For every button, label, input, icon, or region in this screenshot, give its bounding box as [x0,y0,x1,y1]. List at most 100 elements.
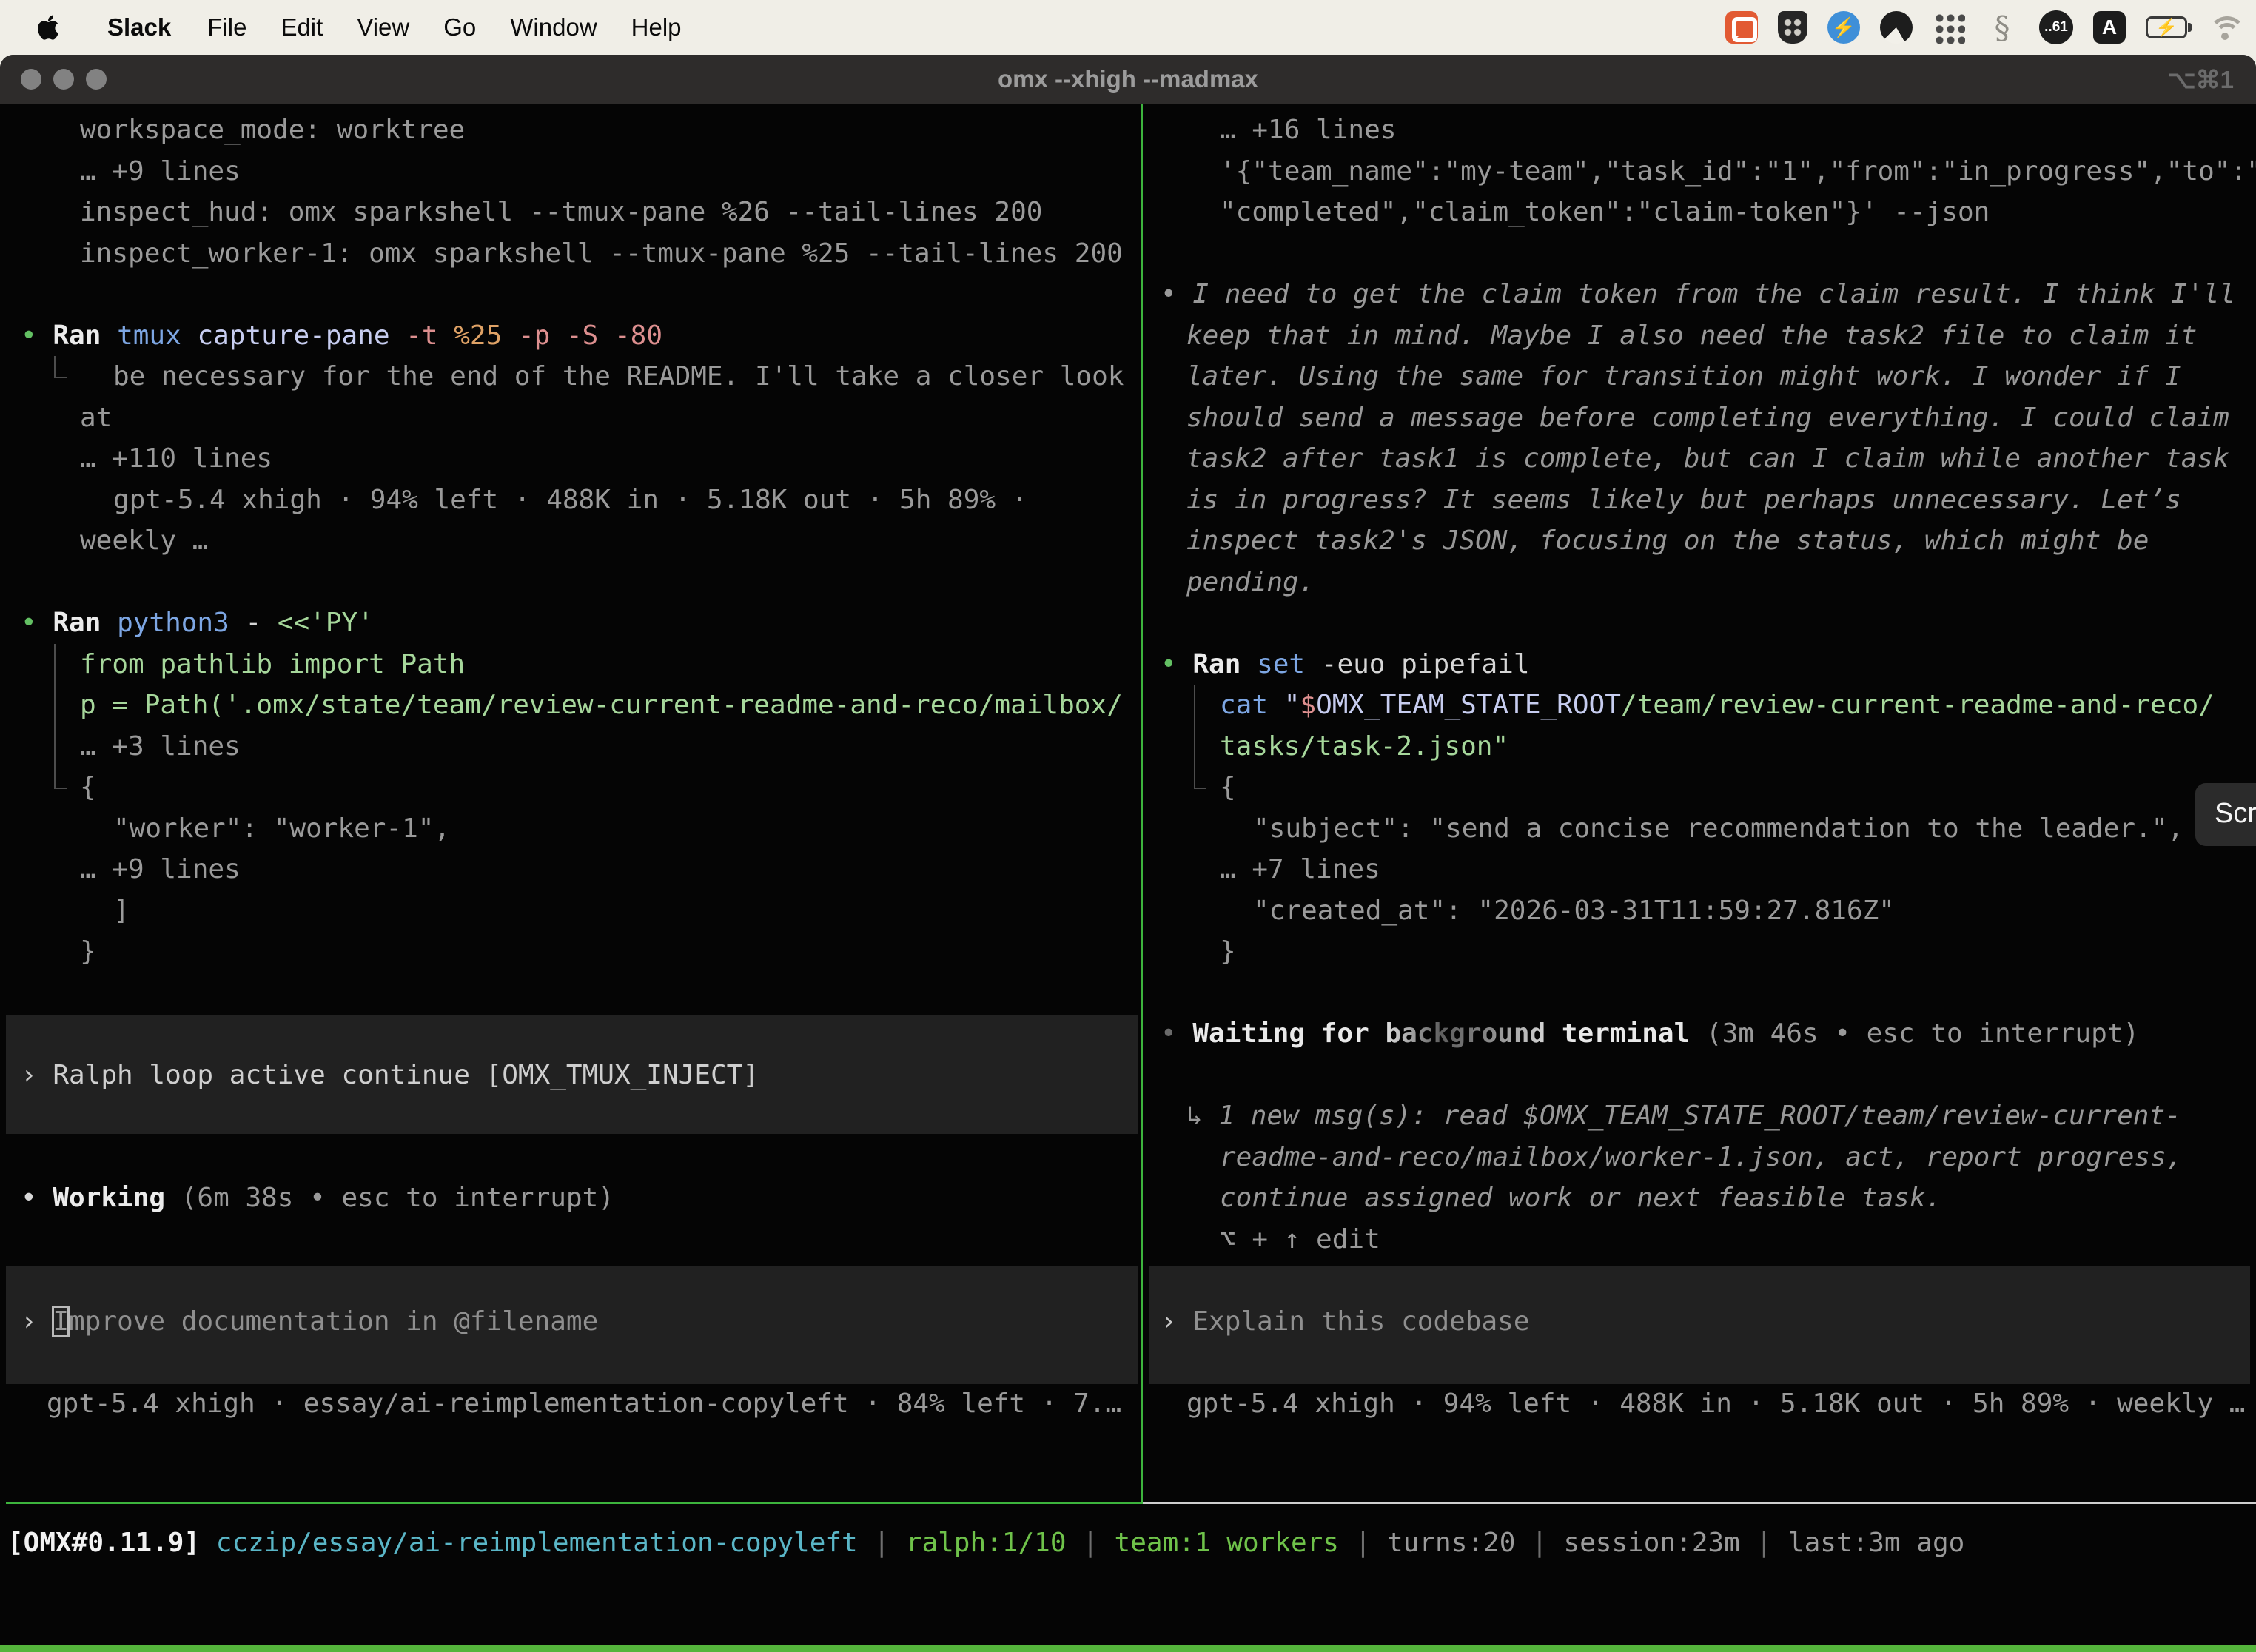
apple-menu-icon[interactable] [37,13,62,42]
terminal-line [6,1013,1141,1055]
terminal-line [6,562,1141,603]
terminal-line: inspect task2's JSON, focusing on the st… [1146,520,2256,562]
terminal-line: gpt-5.4 xhigh · essay/ai-reimplementatio… [6,1383,1141,1425]
terminal-line: inspect_worker-1: omx sparkshell --tmux-… [6,233,1141,275]
terminal-line: workspace_mode: worktree [6,110,1141,151]
terminal-line: › Explain this codebase [1146,1301,2256,1343]
terminal-line [6,1095,1141,1137]
terminal-line: … +9 lines [6,849,1141,890]
terminal-line: … +7 lines [1146,849,2256,890]
terminal-line: • Ran tmux capture-pane -t %25 -p -S -80 [6,315,1141,357]
window-shortcut: ⌥⌘1 [2168,65,2234,94]
terminal-lines-left: workspace_mode: worktree … +9 lines inspec… [6,110,1141,1424]
wifi-icon[interactable] [2207,13,2243,41]
menu-item-window[interactable]: Window [493,13,614,41]
menu-app-name[interactable]: Slack [90,13,190,41]
menu-item-file[interactable]: File [190,13,263,41]
terminal-line [6,973,1141,1014]
terminal-line: ↳ 1 new msg(s): read $OMX_TEAM_STATE_ROO… [1146,1095,2256,1137]
omx-pane-left: workspace_mode: worktree … +9 lines inspec… [6,104,1141,1504]
window-title: omx --xhigh --madmax [0,65,2256,93]
window-titlebar[interactable]: omx --xhigh --madmax ⌥⌘1 [0,55,2256,104]
terminal-line: cat "$OMX_TEAM_STATE_ROOT/team/review-cu… [1146,685,2256,726]
terminal-line [6,1137,1141,1178]
terminal-line: • Ran python3 - <<'PY' [6,602,1141,644]
terminal-line: { [1146,767,2256,808]
menu-items: Slack FileEditViewGoWindowHelp [90,13,699,41]
terminal-line: pending. [1146,562,2256,603]
terminal-line: • Working (6m 38s • esc to interrupt) [6,1178,1141,1219]
screen-tooltip: Scre [2195,783,2256,846]
terminal-window: omx --xhigh --madmax ⌥⌘1 workspace_mode:… [0,55,2256,1652]
chat-app-icon[interactable] [1725,11,1758,44]
menu-item-edit[interactable]: Edit [263,13,340,41]
terminal-line [6,274,1141,315]
tree-guide [54,356,56,378]
terminal-line: … +16 lines [1146,110,2256,151]
terminal-line [1146,1342,2256,1383]
terminal-line [1146,233,2256,275]
count-badge-icon[interactable]: ..61 [2039,10,2073,44]
terminal-line: should send a message before completing … [1146,397,2256,439]
terminal-line [6,1260,1141,1301]
terminal-line [1146,1055,2256,1096]
terminal-line: "subject": "send a concise recommendatio… [1146,808,2256,850]
terminal-line: • Waiting for background terminal (3m 46… [1146,1013,2256,1055]
omx-pane-right: … +16 lines'{"team_name":"my-team","task… [1146,104,2256,1504]
tree-guide [54,685,56,726]
tree-guide [1194,685,1195,726]
terminal-line: p = Path('.omx/state/team/review-current… [6,685,1141,726]
terminal-line: from pathlib import Path [6,644,1141,685]
terminal-line: is in progress? It seems likely but perh… [1146,480,2256,521]
terminal-line: } [1146,931,2256,973]
tree-guide [1194,767,1195,789]
terminal-line: task2 after task1 is complete, but can I… [1146,438,2256,480]
terminal-line: › Ralph loop active continue [OMX_TMUX_I… [6,1055,1141,1096]
terminal-line: '{"team_name":"my-team","task_id":"1","f… [1146,151,2256,192]
menu-item-help[interactable]: Help [614,13,699,41]
terminal-line: continue assigned work or next feasible … [1146,1178,2256,1219]
terminal-line: "completed","claim_token":"claim-token"}… [1146,192,2256,233]
terminal-line: "worker": "worker-1", [6,808,1141,850]
badge-icon[interactable] [1827,11,1860,44]
active-pane-border [6,1502,1141,1504]
terminal-line: … +110 lines [6,438,1141,480]
macos-menu-bar: Slack FileEditViewGoWindowHelp § ..61 A [0,0,2256,55]
menu-status-icons: § ..61 A [1725,10,2243,44]
terminal-line: ] [6,890,1141,932]
terminal-line: weekly … [6,520,1141,562]
input-source-icon[interactable]: A [2093,11,2126,44]
terminal-line: readme-and-reco/mailbox/worker-1.json, a… [1146,1137,2256,1178]
pane-divider[interactable] [1141,104,1143,1504]
tree-guide [54,767,56,789]
squiggle-icon[interactable]: § [1985,10,2019,44]
terminal-line: … +3 lines [6,726,1141,768]
terminal-line [1146,973,2256,1014]
terminal-line [1146,602,2256,644]
dots-grid-icon[interactable] [1933,11,1965,44]
terminal-line: be necessary for the end of the README. … [6,356,1141,397]
menu-item-view[interactable]: View [340,13,426,41]
terminal-line: { [6,767,1141,808]
terminal-line: "created_at": "2026-03-31T11:59:27.816Z" [1146,890,2256,932]
terminal-lines-right: … +16 lines'{"team_name":"my-team","task… [1146,110,2256,1424]
battery-icon[interactable] [2146,16,2187,38]
terminal-line [1146,1260,2256,1301]
tree-guide [54,644,56,685]
terminal-line: } [6,931,1141,973]
terminal-line: at [6,397,1141,439]
tree-guide [54,726,56,768]
tree-guide [1194,726,1195,768]
terminal-line [6,1342,1141,1383]
pie-icon[interactable] [1880,11,1913,44]
menu-item-go[interactable]: Go [426,13,493,41]
terminal-content: workspace_mode: worktree … +9 lines inspec… [0,104,2256,1652]
terminal-line: • Ran set -euo pipefail [1146,644,2256,685]
terminal-line: ⌥ + ↑ edit [1146,1219,2256,1260]
terminal-line [6,1219,1141,1260]
inactive-pane-border [1143,1502,2256,1504]
shield-icon[interactable] [1778,11,1807,44]
terminal-line: gpt-5.4 xhigh · 94% left · 488K in · 5.1… [1146,1383,2256,1425]
terminal-line: • I need to get the claim token from the… [1146,274,2256,315]
terminal-line: › Improve documentation in @filename [6,1301,1141,1343]
